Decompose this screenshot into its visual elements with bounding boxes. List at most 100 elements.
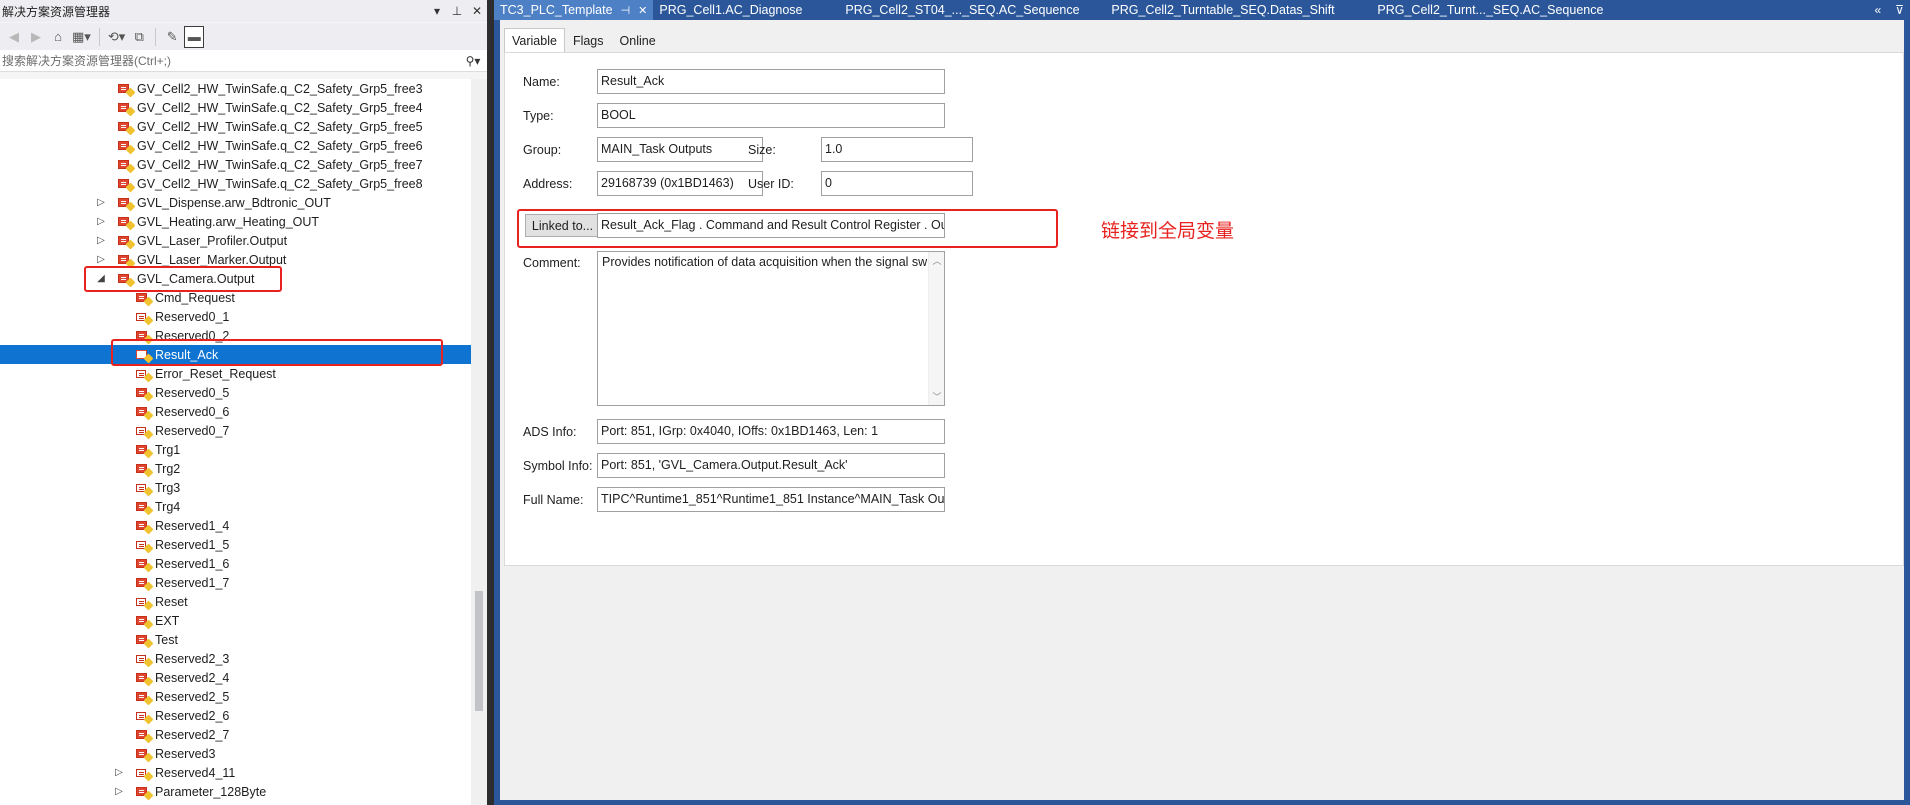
expand-arrow-icon[interactable]: ▷ (96, 231, 106, 250)
comment-label: Comment: (523, 256, 581, 270)
tree-row[interactable]: ▷ GVL_Dispense.arw_Bdtronic_OUT (0, 193, 471, 212)
name-field[interactable]: Result_Ack (597, 69, 945, 94)
doc-tab[interactable]: PRG_Cell2_Turntable_SEQ.Datas_Shift (1105, 0, 1371, 20)
tree-arrow-space (114, 649, 124, 668)
variable-icon (135, 709, 154, 724)
tree-row[interactable]: GV_Cell2_HW_TwinSafe.q_C2_Safety_Grp5_fr… (0, 174, 471, 193)
expand-arrow-icon[interactable]: ▷ (114, 782, 124, 801)
expand-arrow-icon[interactable]: ▷ (96, 193, 106, 212)
explorer-search[interactable]: 搜索解决方案资源管理器(Ctrl+;) ⚲▾ (0, 50, 487, 72)
scroll-down-icon[interactable]: ﹀ (929, 390, 944, 403)
scrollbar-thumb[interactable] (475, 591, 483, 711)
tree-row[interactable]: Reserved0_1 (0, 307, 471, 326)
tree-row[interactable]: EXT (0, 611, 471, 630)
size-field[interactable]: 1.0 (821, 137, 973, 162)
tree-row-label: GV_Cell2_HW_TwinSafe.q_C2_Safety_Grp5_fr… (137, 81, 423, 96)
type-field[interactable]: BOOL (597, 103, 945, 128)
ads-label: ADS Info: (523, 425, 577, 439)
tree-row[interactable]: Test (0, 630, 471, 649)
tree-row[interactable]: GV_Cell2_HW_TwinSafe.q_C2_Safety_Grp5_fr… (0, 79, 471, 98)
doc-tab-label: PRG_Cell2_Turntable_SEQ.Datas_Shift (1111, 3, 1335, 17)
back-icon[interactable]: ◀ (4, 26, 24, 48)
collapse-all-icon[interactable]: ⧉ (129, 26, 149, 48)
expand-arrow-icon[interactable]: ▷ (96, 212, 106, 231)
userid-field[interactable]: 0 (821, 171, 973, 196)
fullname-field[interactable]: TIPC^Runtime1_851^Runtime1_851 Instance^… (597, 487, 945, 512)
tree-row[interactable]: Trg4 (0, 497, 471, 516)
explorer-tree: GV_Cell2_HW_TwinSafe.q_C2_Safety_Grp5_fr… (0, 79, 471, 805)
preview-icon[interactable]: ▬ (184, 25, 205, 48)
pin-icon[interactable]: ⊣ (621, 4, 631, 17)
tree-row-label: GVL_Laser_Marker.Output (137, 252, 287, 267)
highlight-box-camera-output (84, 266, 282, 292)
tree-row[interactable]: Reserved1_4 (0, 516, 471, 535)
tab-dropdown-icon[interactable]: ⊽ (1895, 3, 1904, 17)
solution-explorer: 解决方案资源管理器 ▾ ⊥ ✕ ◀ ▶ ⌂ ▦▾ ⟲▾ ⧉ ✎ ▬ 搜索解决方案… (0, 0, 487, 805)
tree-row[interactable]: Reserved1_5 (0, 535, 471, 554)
tree-row[interactable]: Reserved2_5 (0, 687, 471, 706)
tree-row[interactable]: Reserved1_7 (0, 573, 471, 592)
search-icon[interactable]: ⚲▾ (459, 54, 487, 68)
tree-row[interactable]: GV_Cell2_HW_TwinSafe.q_C2_Safety_Grp5_fr… (0, 98, 471, 117)
tree-arrow-space (114, 478, 124, 497)
doc-tab-active[interactable]: TC3_PLC_Template ⊣ ✕ (494, 0, 654, 20)
address-field[interactable]: 29168739 (0x1BD1463) (597, 171, 763, 196)
tab-scroll-icon[interactable]: « (1875, 3, 1882, 17)
scroll-up-icon[interactable]: ︿ (929, 254, 944, 267)
tab-online[interactable]: Online (612, 30, 664, 52)
tree-row[interactable]: ▷ GVL_Heating.arw_Heating_OUT (0, 212, 471, 231)
tree-arrow-space (96, 155, 106, 174)
doc-tab[interactable]: PRG_Cell2_ST04_..._SEQ.AC_Sequence (839, 0, 1105, 20)
tree-row[interactable]: Reserved0_6 (0, 402, 471, 421)
forward-icon[interactable]: ▶ (26, 26, 46, 48)
variable-icon (135, 443, 154, 458)
variable-icon (117, 101, 136, 116)
tree-row[interactable]: Reserved3 (0, 744, 471, 763)
tree-row[interactable]: Trg1 (0, 440, 471, 459)
explorer-scrollbar[interactable] (471, 79, 487, 805)
properties-icon[interactable]: ✎ (162, 26, 182, 48)
tree-row[interactable]: Reserved1_6 (0, 554, 471, 573)
tree-row[interactable]: Reserved0_7 (0, 421, 471, 440)
close-icon[interactable]: ✕ (638, 4, 647, 17)
variable-icon (135, 386, 154, 401)
close-icon[interactable]: ✕ (467, 1, 487, 21)
tree-row[interactable]: Reset (0, 592, 471, 611)
tree-row[interactable]: Reserved2_6 (0, 706, 471, 725)
doc-tab[interactable]: PRG_Cell1.AC_Diagnose (653, 0, 839, 20)
tree-arrow-space (114, 592, 124, 611)
switch-views-icon[interactable]: ▦▾ (70, 26, 93, 48)
tab-variable[interactable]: Variable (504, 28, 565, 52)
history-icon[interactable]: ⟲▾ (106, 26, 127, 48)
tree-row[interactable]: Reserved0_5 (0, 383, 471, 402)
tree-row[interactable]: ▷ Parameter_128Byte (0, 782, 471, 801)
doc-tab[interactable]: PRG_Cell2_Turnt..._SEQ.AC_Sequence (1371, 0, 1609, 20)
tree-row-label: Parameter_128Byte (155, 784, 267, 799)
symbol-field[interactable]: Port: 851, 'GVL_Camera.Output.Result_Ack… (597, 453, 945, 478)
pin-icon[interactable]: ⊥ (447, 1, 467, 21)
tree-row[interactable]: ▷ GVL_Laser_Profiler.Output (0, 231, 471, 250)
variable-icon (135, 557, 154, 572)
home-icon[interactable]: ⌂ (48, 26, 68, 48)
tree-row[interactable]: Trg3 (0, 478, 471, 497)
dropdown-icon[interactable]: ▾ (427, 1, 447, 21)
comment-field[interactable]: Provides notification of data acquisitio… (597, 251, 945, 406)
tree-row[interactable]: Reserved2_7 (0, 725, 471, 744)
ads-field[interactable]: Port: 851, IGrp: 0x4040, IOffs: 0x1BD146… (597, 419, 945, 444)
pane-splitter[interactable] (487, 0, 494, 805)
tree-row[interactable]: GV_Cell2_HW_TwinSafe.q_C2_Safety_Grp5_fr… (0, 136, 471, 155)
tree-row[interactable]: Reserved2_4 (0, 668, 471, 687)
tree-row[interactable]: GV_Cell2_HW_TwinSafe.q_C2_Safety_Grp5_fr… (0, 155, 471, 174)
tab-flags[interactable]: Flags (565, 30, 612, 52)
group-field[interactable]: MAIN_Task Outputs (597, 137, 763, 162)
tree-row[interactable]: Trg2 (0, 459, 471, 478)
tree-row[interactable]: GV_Cell2_HW_TwinSafe.q_C2_Safety_Grp5_fr… (0, 117, 471, 136)
tree-row[interactable]: Reserved2_3 (0, 649, 471, 668)
comment-scrollbar[interactable]: ︿ ﹀ (928, 252, 944, 405)
search-input[interactable]: 搜索解决方案资源管理器(Ctrl+;) (0, 52, 459, 69)
tree-arrow-space (114, 421, 124, 440)
expand-arrow-icon[interactable]: ▷ (114, 763, 124, 782)
tree-row[interactable]: Error_Reset_Request (0, 364, 471, 383)
tree-row[interactable]: ▷ Reserved4_11 (0, 763, 471, 782)
variable-icon (117, 82, 136, 97)
